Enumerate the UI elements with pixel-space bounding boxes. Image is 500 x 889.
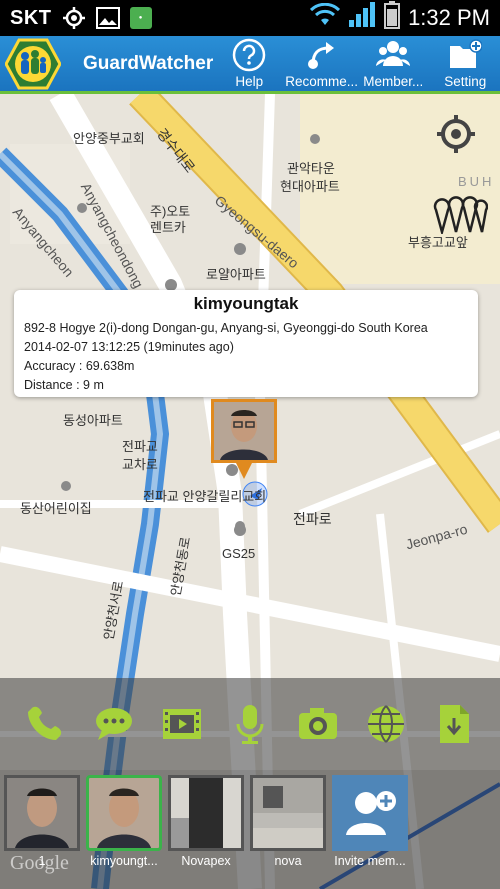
- map-label: GS25: [222, 546, 256, 561]
- setting-button[interactable]: Setting: [429, 36, 500, 91]
- map-label: 동성아파트: [63, 413, 123, 428]
- call-icon: [28, 706, 62, 740]
- chat-icon: [96, 708, 132, 740]
- member-item-selected[interactable]: kimyoungt...: [86, 775, 162, 889]
- file-download-button[interactable]: [431, 701, 477, 747]
- location-info-window[interactable]: kimyoungtak 892-8 Hogye 2(i)-dong Dongan…: [14, 290, 478, 397]
- marker-pointer: [236, 463, 252, 479]
- member-strip: 1 kimyoungt... Novapex nova Invite mem..…: [0, 770, 500, 889]
- map-label: 로얄아파트: [206, 267, 266, 282]
- recommend-icon: [308, 42, 335, 69]
- setting-folder-icon: [450, 39, 483, 68]
- app-logo-icon: [5, 37, 61, 91]
- microphone-icon: [236, 705, 264, 744]
- my-location-button[interactable]: [436, 114, 476, 154]
- map-label: 전파교 교차로: [122, 439, 158, 472]
- map-label: 현대아파트: [280, 179, 340, 194]
- invite-member-icon: [332, 775, 408, 851]
- timestamp-text: 2014-02-07 13:12:25 (19minutes ago): [24, 340, 234, 354]
- video-icon: [163, 709, 201, 739]
- chat-button[interactable]: [91, 701, 137, 747]
- recommend-label: Recomme...: [285, 74, 358, 89]
- member-name: kimyoungt...: [90, 854, 158, 868]
- members-button[interactable]: Member...: [357, 36, 429, 91]
- battery-icon: [384, 1, 401, 35]
- member-photo-avatar: [214, 402, 274, 460]
- recommend-button[interactable]: Recomme...: [285, 36, 357, 91]
- action-toolbar: [0, 678, 500, 770]
- app-title: GuardWatcher: [83, 52, 214, 74]
- gps-icon: [62, 6, 86, 30]
- map-label: 동산어린이집: [20, 501, 92, 516]
- camera-icon: [299, 708, 337, 739]
- member-name: kimyoungtak: [193, 294, 299, 313]
- map-label: 안양중부교회: [73, 131, 145, 146]
- app-bar: GuardWatcher Help Recomme... Member... S…: [0, 36, 500, 94]
- members-label: Member...: [363, 74, 424, 89]
- google-watermark: Google: [10, 852, 69, 874]
- file-download-icon: [440, 705, 469, 743]
- camera-button[interactable]: [295, 701, 341, 747]
- member-avatar: [4, 775, 80, 851]
- member-item[interactable]: nova: [250, 775, 326, 889]
- map-pins-cluster[interactable]: [432, 194, 489, 237]
- map-label: 관악타운: [287, 161, 335, 176]
- map-label: 부흥고교앞: [408, 235, 468, 250]
- address-text: 892-8 Hogye 2(i)-dong Dongan-gu, Anyang-…: [24, 321, 428, 335]
- map-label: 전파로: [293, 511, 332, 527]
- invite-member-button[interactable]: Invite mem...: [332, 775, 408, 889]
- member-avatar: [250, 775, 326, 851]
- web-button[interactable]: [363, 701, 409, 747]
- member-name: Novapex: [181, 854, 231, 868]
- member-name: nova: [274, 854, 302, 868]
- distance-text: Distance : 9 m: [24, 378, 104, 392]
- help-label: Help: [235, 74, 264, 89]
- member-avatar: [86, 775, 162, 851]
- app-notification-icon: ●: [129, 7, 152, 29]
- clock: 1:32 PM: [408, 5, 490, 30]
- video-button[interactable]: [159, 701, 205, 747]
- carrier-name: SKT: [10, 6, 52, 29]
- voice-record-button[interactable]: [227, 701, 273, 747]
- map-label: BUH: [458, 174, 495, 189]
- accuracy-text: Accuracy : 69.638m: [24, 359, 135, 373]
- member-location-marker[interactable]: [211, 399, 277, 463]
- member-item[interactable]: Novapex: [168, 775, 244, 889]
- setting-label: Setting: [444, 74, 487, 89]
- signal-icon: [348, 2, 376, 34]
- wifi-icon: [310, 2, 341, 33]
- call-button[interactable]: [23, 701, 69, 747]
- map-label: 주)오토 렌트카: [150, 204, 191, 235]
- map-label: 전파교 안양갈릴리교회: [143, 489, 267, 504]
- globe-icon: [368, 705, 404, 743]
- members-icon: [376, 41, 411, 66]
- invite-member-label: Invite mem...: [334, 854, 406, 868]
- crosshair-icon: [437, 115, 475, 153]
- help-button[interactable]: Help: [213, 36, 285, 91]
- status-bar: SKT ● 1:32 PM: [0, 0, 500, 36]
- help-icon: [232, 38, 266, 72]
- image-icon: [95, 7, 120, 29]
- member-avatar: [168, 775, 244, 851]
- map-pin-icon: [433, 196, 489, 237]
